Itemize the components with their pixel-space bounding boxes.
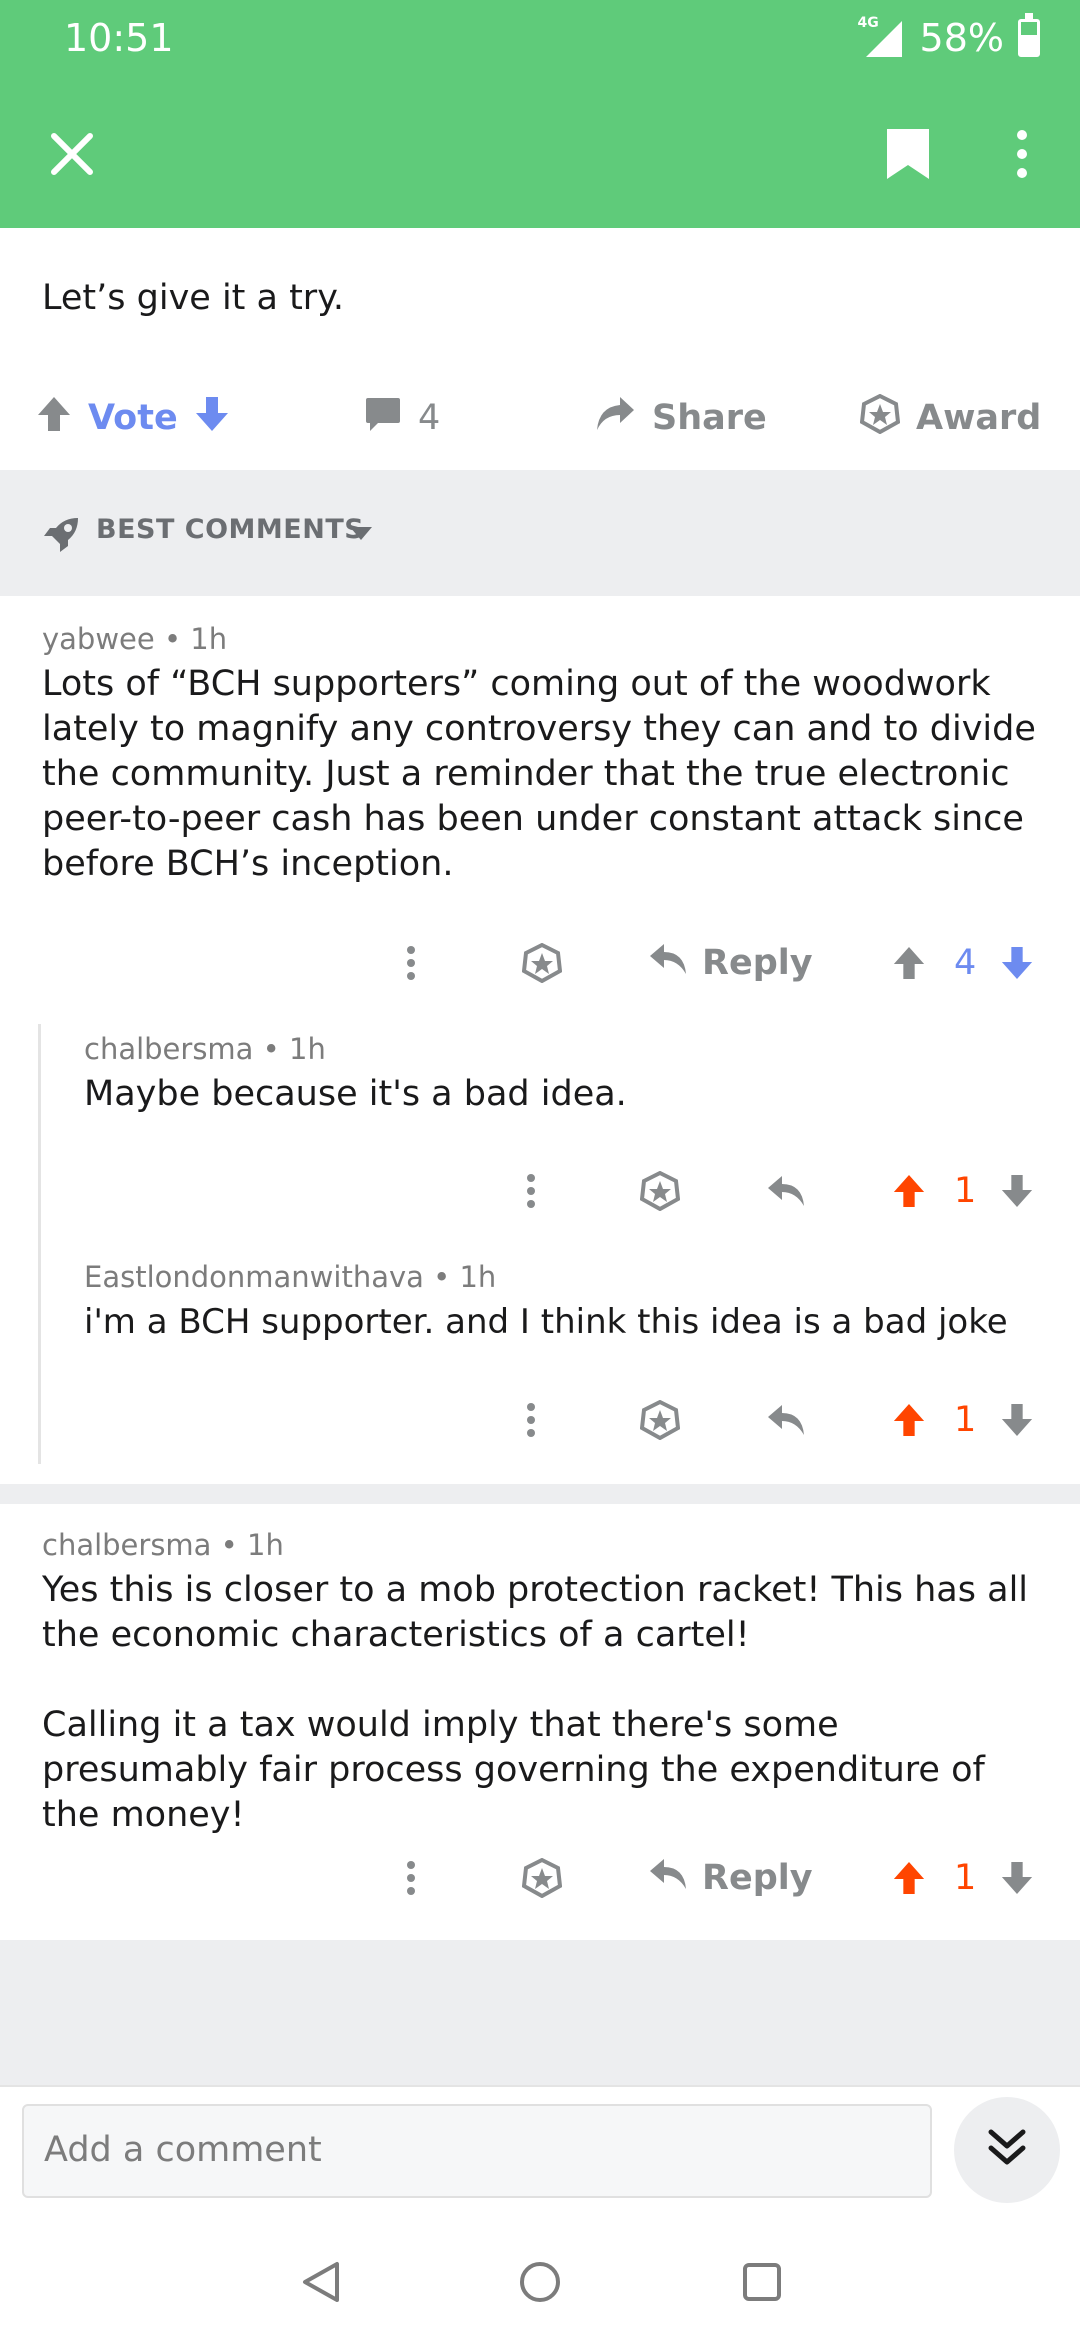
post-action-bar: Vote 4 Share Award [0,373,1080,463]
share-label: Share [652,398,767,438]
downvote-icon[interactable] [1000,928,1034,998]
comment-4-actions: Reply 1 [0,1843,1080,1913]
comment-3: Eastlondonmanwithava • 1h i'm a BCH supp… [84,1260,1064,1345]
downvote-icon[interactable] [1000,1843,1034,1913]
bottom-bar: Add a comment [0,2085,1080,2340]
sort-label: BEST COMMENTS [96,514,365,545]
comment-meta: Eastlondonmanwithava • 1h [84,1260,497,1294]
battery-percent: 58% [919,16,1004,60]
more-vert-icon[interactable] [406,1843,416,1913]
comment-score: 1 [954,1171,977,1211]
award-icon[interactable] [640,1385,680,1455]
comment-body: Maybe because it's a bad idea. [84,1074,627,1114]
comment-age: 1h [247,1528,284,1562]
comment-author[interactable]: chalbersma [84,1032,253,1066]
upvote-icon[interactable] [892,1385,926,1455]
more-vert-icon[interactable] [990,122,1054,186]
award-label: Award [916,398,1042,438]
close-icon[interactable] [40,122,104,186]
comment-1: yabwee • 1h Lots of “BCH supporters” com… [42,622,1042,887]
reply-label: Reply [702,943,813,983]
comment-author[interactable]: Eastlondonmanwithava [84,1260,424,1294]
post-body: Let’s give it a try. [42,278,345,318]
signal-icon: 4G [852,15,906,59]
battery-fill [1021,35,1037,54]
comment-body: i'm a BCH supporter. and I think this id… [84,1302,1008,1342]
status-time: 10:51 [64,16,174,60]
more-vert-icon[interactable] [406,928,416,998]
upvote-icon[interactable] [892,1156,926,1226]
vote-label: Vote [88,398,178,438]
comment-meta: yabwee • 1h [42,622,228,656]
comment-sort-bar[interactable]: BEST COMMENTS [0,470,1080,596]
comment-count: 4 [418,398,441,438]
rocket-icon [42,514,82,558]
reply-icon [648,942,688,985]
status-bar: 10:51 4G 58% [0,0,1080,82]
dropdown-icon [350,526,372,545]
comment-2: chalbersma • 1h Maybe because it's a bad… [84,1032,1044,1117]
comment-author[interactable]: chalbersma [42,1528,211,1562]
share-icon [594,395,636,442]
reply-label: Reply [702,1858,813,1898]
recents-icon[interactable] [737,2257,787,2307]
more-vert-icon[interactable] [526,1156,536,1226]
award-icon[interactable] [522,1843,562,1913]
add-comment-input[interactable]: Add a comment [22,2104,932,2198]
comment-3-actions: 1 [0,1385,1080,1455]
comment-body-paragraph: Calling it a tax would imply that there'… [42,1705,985,1835]
downvote-icon[interactable] [194,395,230,442]
vote-control: Vote [36,373,230,463]
downvote-icon[interactable] [1000,1156,1034,1226]
comment-4: chalbersma • 1h Yes this is closer to a … [42,1528,1052,1838]
comment-body: Lots of “BCH supporters” coming out of t… [42,664,1036,884]
comment-1-actions: Reply 4 [0,928,1080,998]
reply-icon[interactable] [766,1385,806,1455]
next-comment-button[interactable] [954,2097,1060,2203]
back-icon[interactable] [296,2257,346,2307]
award-icon[interactable] [640,1156,680,1226]
top-toolbar [0,82,1080,228]
upvote-icon[interactable] [36,395,72,442]
battery-icon [1018,13,1040,57]
award-button[interactable]: Award [859,373,1042,463]
comment-body-paragraph: Yes this is closer to a mob protection r… [42,1570,1029,1655]
award-icon[interactable] [522,928,562,998]
list-footer-space [0,1940,1080,2085]
reply-icon[interactable] [766,1156,806,1226]
reply-button[interactable]: Reply [648,928,813,998]
network-type: 4G [857,15,879,31]
comment-age: 1h [459,1260,497,1294]
comment-score: 1 [954,1400,977,1440]
reply-icon [648,1857,688,1900]
comment-age: 1h [289,1032,326,1066]
upvote-icon[interactable] [892,928,926,998]
system-nav-bar [0,2227,1080,2340]
award-icon [859,393,901,443]
thread-divider [0,1484,1080,1504]
share-button[interactable]: Share [594,373,767,463]
more-vert-icon[interactable] [526,1385,536,1455]
reply-button[interactable]: Reply [648,1843,813,1913]
comment-author[interactable]: yabwee [42,622,155,656]
status-icons: 4G 58% [852,13,1040,60]
upvote-icon[interactable] [892,1843,926,1913]
comments-button[interactable]: 4 [364,373,440,463]
comment-icon [364,395,402,442]
comment-age: 1h [190,622,228,656]
comment-score: 4 [954,943,977,983]
comment-score: 1 [954,1858,977,1898]
bookmark-icon[interactable] [876,122,940,186]
downvote-icon[interactable] [1000,1385,1034,1455]
home-icon[interactable] [515,2257,565,2307]
comment-meta: chalbersma • 1h [42,1528,284,1562]
comment-meta: chalbersma • 1h [84,1032,326,1066]
double-chevron-down-icon [985,2126,1029,2174]
comment-2-actions: 1 [0,1156,1080,1226]
